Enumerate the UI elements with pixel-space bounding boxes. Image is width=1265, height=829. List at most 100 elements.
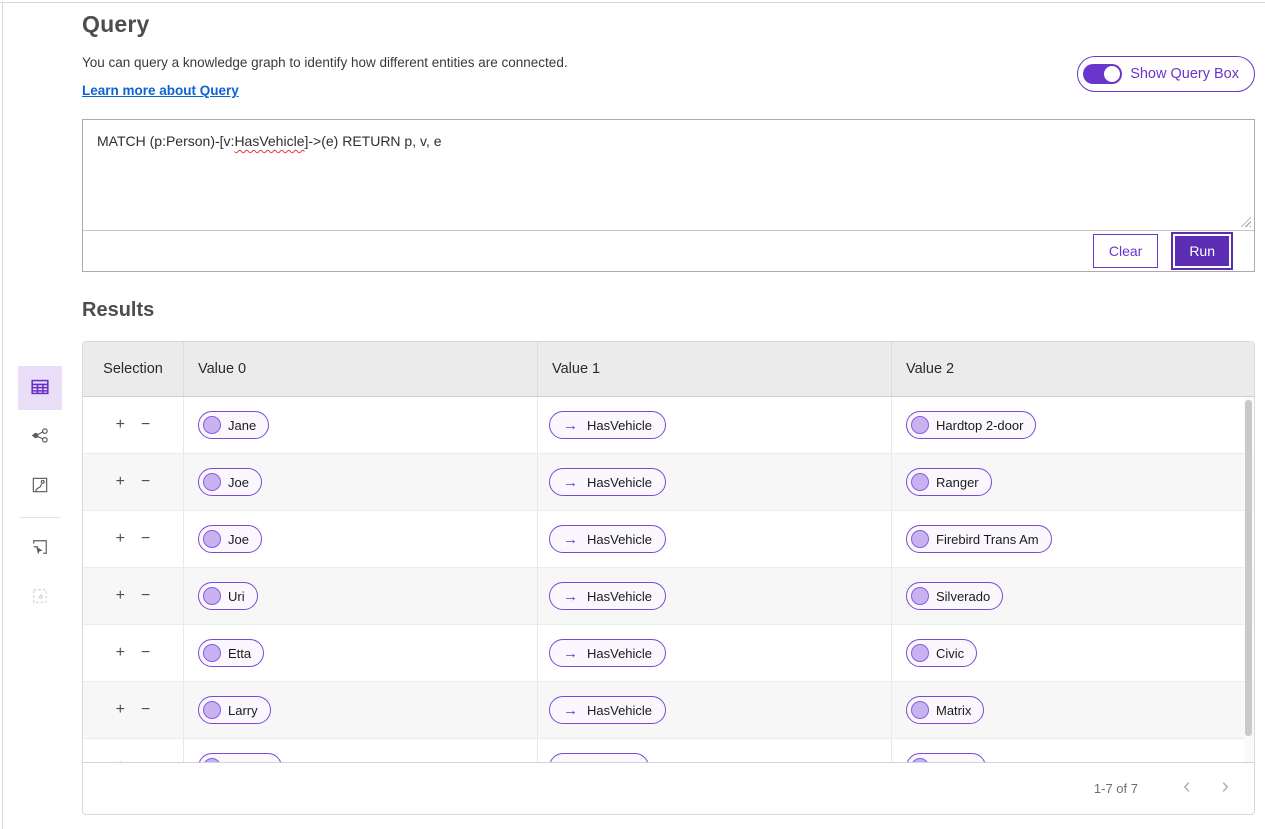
arrow-right-icon: → (563, 589, 578, 604)
relationship-chip[interactable]: → HasVehicle (549, 411, 666, 439)
entity-chip[interactable]: Hardtop 2-door (906, 411, 1036, 439)
selection-cell: + − (83, 568, 184, 624)
entity-chip[interactable]: Joe (198, 525, 262, 553)
entity-label: Firebird Trans Am (936, 532, 1039, 547)
entity-chip[interactable]: Ranger (906, 468, 992, 496)
table-row: + − Uri → HasVehicle Silverado (83, 568, 1254, 625)
entity-label: Civic (936, 646, 964, 661)
value0-cell: Larry (184, 682, 538, 738)
value1-cell: → HasVehicle (538, 625, 892, 681)
remove-from-selection-button[interactable]: − (141, 531, 150, 547)
entity-chip[interactable]: Joe (198, 468, 262, 496)
new-map-button (18, 575, 62, 619)
arrow-right-icon: → (563, 760, 578, 764)
remove-from-selection-button[interactable]: − (141, 588, 150, 604)
entity-node-icon (203, 644, 221, 662)
new-link-chart-icon (30, 537, 50, 560)
value1-cell: → (538, 739, 892, 763)
add-to-selection-button[interactable]: + (116, 417, 125, 433)
value1-cell: → HasVehicle (538, 682, 892, 738)
query-input[interactable]: MATCH (p:Person)-[v:HasVehicle]->(e) RET… (83, 120, 1254, 230)
table-view-button[interactable] (18, 366, 62, 410)
entity-chip[interactable] (198, 753, 282, 763)
scrollbar-thumb[interactable] (1245, 400, 1252, 736)
chevron-right-icon (1218, 780, 1232, 797)
add-to-selection-button[interactable]: + (116, 588, 125, 604)
table-row: + − Etta → HasVehicle Civic (83, 625, 1254, 682)
pagination-prev-button[interactable] (1172, 774, 1202, 804)
remove-from-selection-button[interactable]: − (141, 417, 150, 433)
column-header-selection: Selection (83, 342, 184, 396)
remove-from-selection-button[interactable]: − (141, 702, 150, 718)
arrow-right-icon: → (563, 532, 578, 547)
relationship-chip[interactable]: → HasVehicle (549, 696, 666, 724)
entity-chip[interactable] (906, 753, 986, 763)
selection-cell: + − (83, 397, 184, 453)
entity-chip[interactable]: Silverado (906, 582, 1003, 610)
table-view-icon (29, 376, 51, 401)
entity-chip[interactable]: Firebird Trans Am (906, 525, 1052, 553)
entity-chip[interactable]: Etta (198, 639, 264, 667)
entity-label: Matrix (936, 703, 971, 718)
value0-cell: Joe (184, 511, 538, 567)
remove-from-selection-button[interactable]: − (141, 759, 150, 763)
value2-cell: Firebird Trans Am (892, 511, 1254, 567)
textarea-resize-handle[interactable] (1238, 214, 1251, 227)
add-to-selection-button[interactable]: + (116, 759, 125, 763)
relationship-label: HasVehicle (587, 703, 652, 718)
value1-cell: → HasVehicle (538, 454, 892, 510)
table-row: + − Larry → HasVehicle Matrix (83, 682, 1254, 739)
selection-cell: + − (83, 625, 184, 681)
entity-label: Uri (228, 589, 245, 604)
entity-chip[interactable]: Uri (198, 582, 258, 610)
add-to-selection-button[interactable]: + (116, 474, 125, 490)
relationship-chip[interactable]: → HasVehicle (549, 525, 666, 553)
entity-node-icon (911, 530, 929, 548)
value1-cell: → HasVehicle (538, 511, 892, 567)
entity-chip[interactable]: Jane (198, 411, 269, 439)
entity-label: Joe (228, 532, 249, 547)
add-to-selection-button[interactable]: + (116, 645, 125, 661)
entity-node-icon (911, 758, 929, 763)
relationship-chip[interactable]: → (549, 753, 649, 763)
map-view-button[interactable] (18, 464, 62, 508)
relationship-chip[interactable]: → HasVehicle (549, 468, 666, 496)
show-query-box-toggle[interactable]: Show Query Box (1077, 56, 1255, 92)
entity-label: Larry (228, 703, 258, 718)
add-to-selection-button[interactable]: + (116, 531, 125, 547)
selection-cell: + − (83, 682, 184, 738)
relationship-label: HasVehicle (587, 646, 652, 661)
entity-chip[interactable]: Larry (198, 696, 271, 724)
entity-node-icon (911, 701, 929, 719)
entity-node-icon (203, 530, 221, 548)
new-link-chart-button[interactable] (18, 526, 62, 570)
remove-from-selection-button[interactable]: − (141, 474, 150, 490)
table-row: + − Jane → HasVehicle Hardtop 2-door (83, 397, 1254, 454)
pagination-next-button[interactable] (1210, 774, 1240, 804)
value1-cell: → HasVehicle (538, 568, 892, 624)
query-box: MATCH (p:Person)-[v:HasVehicle]->(e) RET… (82, 119, 1255, 272)
link-chart-view-button[interactable] (18, 415, 62, 459)
column-header-value1: Value 1 (538, 342, 892, 396)
relationship-chip[interactable]: → HasVehicle (549, 639, 666, 667)
entity-node-icon (203, 758, 221, 763)
add-to-selection-button[interactable]: + (116, 702, 125, 718)
toggle-label: Show Query Box (1130, 66, 1239, 82)
entity-label: Ranger (936, 475, 979, 490)
selection-cell: + − (83, 739, 184, 763)
value0-cell: Joe (184, 454, 538, 510)
entity-node-icon (911, 587, 929, 605)
relationship-label: HasVehicle (587, 532, 652, 547)
entity-chip[interactable]: Civic (906, 639, 977, 667)
value2-cell: Matrix (892, 682, 1254, 738)
value2-cell: Civic (892, 625, 1254, 681)
remove-from-selection-button[interactable]: − (141, 645, 150, 661)
value2-cell: Hardtop 2-door (892, 397, 1254, 453)
run-button[interactable]: Run (1175, 236, 1229, 266)
clear-button[interactable]: Clear (1093, 234, 1158, 268)
relationship-chip[interactable]: → HasVehicle (549, 582, 666, 610)
entity-chip[interactable]: Matrix (906, 696, 984, 724)
learn-more-link[interactable]: Learn more about Query (82, 83, 239, 98)
entity-node-icon (203, 416, 221, 434)
selection-cell: + − (83, 511, 184, 567)
